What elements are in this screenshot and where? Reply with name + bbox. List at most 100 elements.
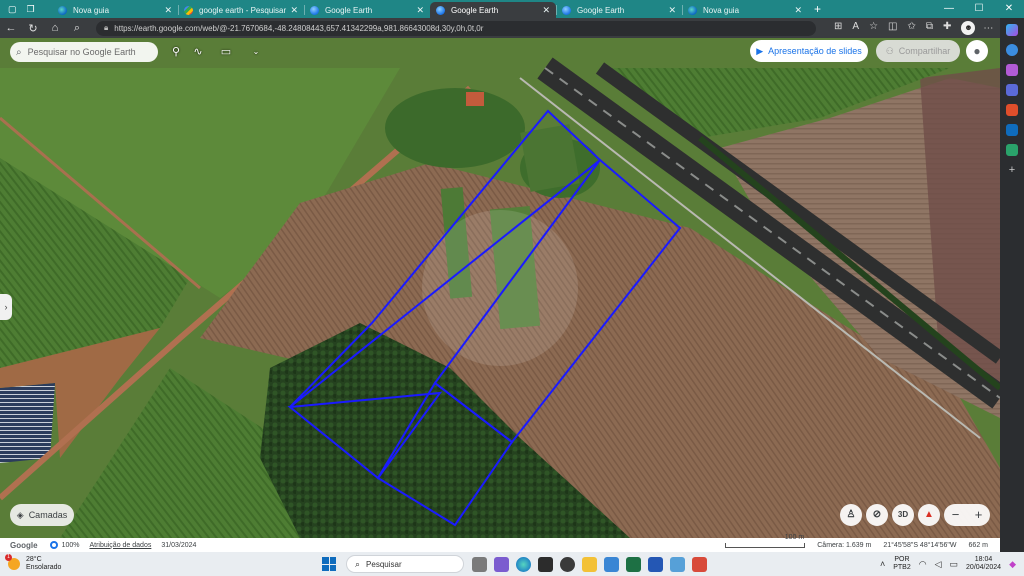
pegman-button[interactable]: ♙ [840,504,862,526]
attribution-link[interactable]: Atribuição de dados [89,542,151,549]
tab-google-search[interactable]: google earth - Pesquisar ✕ [178,2,304,18]
refresh-button[interactable]: ↻ [22,22,44,35]
zoom-in-button[interactable]: + [967,504,990,526]
slideshow-icon: ▶ [756,45,764,56]
sun-icon [5,554,20,570]
close-tab-icon[interactable]: ✕ [290,5,298,16]
google-icon [184,5,193,15]
toggle-3d-button[interactable]: 3D [892,504,914,526]
new-tab-button[interactable]: + [814,2,821,16]
weather-widget[interactable]: 28°C Ensolarado [5,554,128,572]
copilot-icon[interactable] [1006,24,1018,36]
battery-icon[interactable]: ▭ [950,559,959,570]
search-icon[interactable]: ⌕ [66,22,88,35]
favorites-icon[interactable]: ✩ [907,21,915,35]
camera-app-icon[interactable] [538,556,553,572]
windows-start-icon[interactable] [322,557,336,571]
add-path-icon[interactable]: ∿ [190,44,206,60]
collections-icon[interactable]: ⧉ [926,21,933,35]
task-view-icon[interactable] [472,556,487,572]
scale-label: 100 m [784,533,805,541]
map-view[interactable]: ⌕ Pesquisar no Google Earth ⚲ ∿ ▭ ⌄ ▶ Ap… [0,38,1000,538]
satellite-imagery[interactable] [0,38,1000,538]
earth-search-input[interactable]: ⌕ Pesquisar no Google Earth [10,42,158,62]
extensions-icon[interactable]: ✚ [943,21,951,35]
slideshow-button[interactable]: ▶ Apresentação de slides [750,40,868,62]
tab-google-earth-active[interactable]: Google Earth ✕ [430,2,556,18]
games-icon[interactable] [1006,84,1018,96]
close-tab-icon[interactable]: ✕ [416,5,424,16]
system-tray: ˄ POR PTB2 ◠ ◁ ▭ 18:04 20/04/2024 ◆ [880,552,1016,576]
close-tab-icon[interactable]: ✕ [794,5,802,16]
my-location-button[interactable]: ⊘ [866,504,888,526]
earth-icon [436,5,445,15]
compass-button[interactable]: ▲ [918,504,940,526]
site-info-icon[interactable]: 🔒︎ [104,23,108,33]
clock[interactable]: 18:04 20/04/2024 [966,556,1001,572]
close-tab-icon[interactable]: ✕ [164,5,172,16]
more-options-icon[interactable]: ⋯ [983,23,993,34]
close-tab-icon[interactable]: ✕ [668,5,676,16]
compass-icon: ▲ [924,509,934,520]
dell-icon[interactable] [560,556,575,572]
keyboard-layout: PTB2 [893,564,911,571]
minimize-button[interactable]: — [934,0,964,18]
elevation: 662 m [968,541,988,549]
earth-status-bar: Google 100% Atribuição de dados 31/03/20… [0,534,1000,552]
share-button[interactable]: ⚇ Compartilhar [876,40,960,62]
file-explorer-icon[interactable] [582,556,597,572]
drop-icon[interactable] [1006,144,1018,156]
workspaces-icon[interactable]: ▢ [8,4,17,15]
home-button[interactable]: ⌂ [44,22,66,34]
excel-icon[interactable] [626,556,641,572]
browser-tab-strip: ▢ ❐ Nova guia ✕ google earth - Pesquisar ✕… [0,0,1024,18]
tab-nova-guia-1[interactable]: Nova guia ✕ [52,2,178,18]
close-window-button[interactable]: ✕ [994,0,1024,18]
layers-button[interactable]: ◈ Camadas [10,504,74,526]
favorite-star-icon[interactable]: ☆ [869,21,878,35]
add-icon[interactable]: + [1006,164,1018,176]
maximize-button[interactable]: ☐ [964,0,994,18]
layers-icon: ◈ [16,509,24,520]
add-placemark-icon[interactable]: ⚲ [168,44,184,60]
volume-icon[interactable]: ◁ [935,559,942,570]
search-icon[interactable] [1006,44,1018,56]
chat-icon[interactable] [494,556,509,572]
expand-panel-button[interactable]: › [0,294,12,320]
language-code: POR [894,556,910,563]
tab-google-earth-3[interactable]: Google Earth ✕ [556,2,682,18]
close-tab-icon[interactable]: ✕ [542,5,550,16]
profile-avatar[interactable]: ☻ [961,21,976,35]
url-field[interactable]: 🔒︎ https://earth.google.com/web/@-21.767… [96,20,816,36]
measure-icon[interactable]: ▭ [218,44,234,60]
copilot-taskbar-icon[interactable]: ◆ [1009,559,1016,570]
edge-icon[interactable] [516,556,531,572]
tab-list-icon[interactable]: ❐ [27,4,35,15]
chevron-down-icon[interactable]: ⌄ [248,44,264,60]
split-screen-icon[interactable]: ◫ [888,21,897,35]
back-button[interactable]: ← [0,22,22,34]
read-aloud-icon[interactable]: A [852,21,859,35]
outlook-icon[interactable] [1006,124,1018,136]
tab-google-earth-1[interactable]: Google Earth ✕ [304,2,430,18]
wifi-icon[interactable]: ◠ [919,559,927,570]
zoom-out-button[interactable]: − [944,504,967,526]
account-button[interactable]: ● [966,40,988,62]
photos-icon[interactable] [670,556,685,572]
tab-nova-guia-2[interactable]: Nova guia ✕ [682,2,808,18]
snipping-icon[interactable] [692,556,707,572]
store-icon[interactable] [604,556,619,572]
office-icon[interactable] [1006,104,1018,116]
tools-icon[interactable] [1006,64,1018,76]
tab-actions: ▢ ❐ [0,4,52,15]
share-icon: ⚇ [885,45,894,56]
taskbar-search-placeholder: Pesquisar [366,559,402,569]
chevron-up-icon[interactable]: ˄ [880,559,885,569]
coordinates: 21°45'58"S 48°14'56"W [883,541,957,549]
word-icon[interactable] [648,556,663,572]
language-indicator[interactable]: POR PTB2 [893,556,911,572]
app-available-icon[interactable]: ⊞ [834,21,842,35]
taskbar-search[interactable]: ⌕ Pesquisar [346,555,464,573]
weather-desc: Ensolarado [26,564,62,571]
location-off-icon: ⊘ [872,509,882,520]
